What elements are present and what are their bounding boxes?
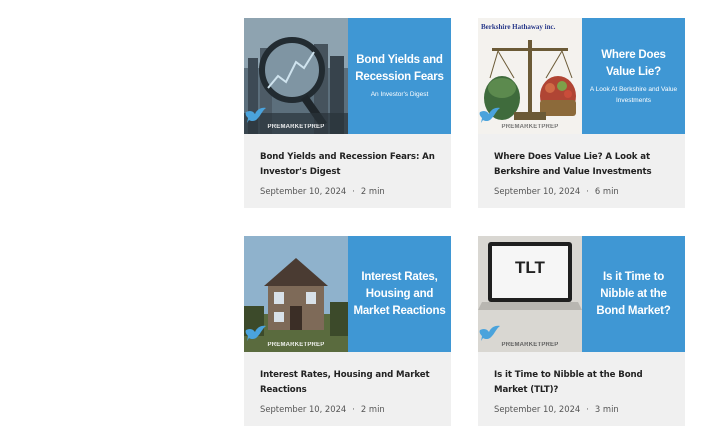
- bird-logo-icon: [479, 107, 500, 123]
- post-title-link[interactable]: Bond Yields and Recession Fears: An Inve…: [260, 150, 440, 180]
- post-meta: September 10, 2024 · 2 min: [260, 404, 440, 415]
- thumbnail-title-panel: Where Does Value Lie? A Look At Berkshir…: [582, 18, 685, 134]
- bird-logo-icon: [479, 325, 500, 341]
- post-date: September 10, 2024: [494, 404, 581, 414]
- meta-separator: ·: [352, 404, 355, 414]
- post-title-link[interactable]: Where Does Value Lie? A Look at Berkshir…: [494, 150, 674, 180]
- brand-logo: PREMARKETPREP: [478, 324, 582, 348]
- post-thumbnail[interactable]: PREMARKETPREP Bond Yields and Recession …: [244, 18, 451, 134]
- magnifying-glass-city-image: PREMARKETPREP: [244, 18, 348, 134]
- post-thumbnail[interactable]: TLT PREMARKETPREP Is it Time to Nibble a…: [478, 236, 685, 352]
- brand-name: PREMARKETPREP: [501, 342, 559, 348]
- thumbnail-subtitle: An Investor's Digest: [370, 91, 429, 98]
- post-card-nibble-bond-market[interactable]: TLT PREMARKETPREP Is it Time to Nibble a…: [478, 236, 685, 426]
- thumbnail-title: Is it Time to Nibble at the Bond Market?: [596, 270, 671, 317]
- brand-logo: PREMARKETPREP: [244, 106, 348, 130]
- house-image: PREMARKETPREP: [244, 236, 348, 352]
- post-meta: September 10, 2024 · 2 min: [260, 186, 440, 197]
- post-date: September 10, 2024: [260, 404, 347, 414]
- post-card-bond-yields[interactable]: PREMARKETPREP Bond Yields and Recession …: [244, 18, 451, 208]
- brand-name: PREMARKETPREP: [267, 342, 325, 348]
- meta-separator: ·: [352, 186, 355, 196]
- brand-name: PREMARKETPREP: [501, 124, 559, 130]
- post-card-interest-rates-housing[interactable]: PREMARKETPREP Interest Rates, Housing an…: [244, 236, 451, 426]
- post-title-link[interactable]: Is it Time to Nibble at the Bond Market …: [494, 368, 674, 398]
- thumbnail-title: Where Does Value Lie?: [601, 48, 666, 78]
- read-time: 6 min: [594, 186, 619, 196]
- post-meta: September 10, 2024 · 3 min: [494, 404, 674, 415]
- balance-scale-image: Berkshire Hathaway inc. PREMARKETPREP: [478, 18, 582, 134]
- post-date: September 10, 2024: [494, 186, 581, 196]
- read-time: 2 min: [360, 186, 385, 196]
- tlt-screen-label: TLT: [515, 258, 545, 277]
- thumbnail-title-panel: Interest Rates, Housing and Market React…: [348, 236, 451, 352]
- thumbnail-subtitle: A Look At Berkshire and Value Investment…: [589, 85, 678, 104]
- bird-logo-icon: [245, 107, 266, 123]
- brand-logo: PREMARKETPREP: [244, 324, 348, 348]
- bird-logo-icon: [245, 325, 266, 341]
- read-time: 2 min: [360, 404, 385, 414]
- meta-separator: ·: [586, 186, 589, 196]
- laptop-tlt-image: TLT PREMARKETPREP: [478, 236, 582, 352]
- post-thumbnail[interactable]: PREMARKETPREP Interest Rates, Housing an…: [244, 236, 451, 352]
- post-thumbnail[interactable]: Berkshire Hathaway inc. PREMARKETPREP Wh…: [478, 18, 685, 134]
- thumbnail-title-panel: Bond Yields and Recession Fears An Inves…: [348, 18, 451, 134]
- post-meta: September 10, 2024 · 6 min: [494, 186, 674, 197]
- post-date: September 10, 2024: [260, 186, 347, 196]
- meta-separator: ·: [586, 404, 589, 414]
- thumbnail-title: Bond Yields and Recession Fears: [355, 54, 444, 83]
- post-card-value-lie[interactable]: Berkshire Hathaway inc. PREMARKETPREP Wh…: [478, 18, 685, 208]
- thumbnail-title: Interest Rates, Housing and Market React…: [353, 270, 446, 317]
- brand-name: PREMARKETPREP: [267, 124, 325, 130]
- brand-logo: PREMARKETPREP: [478, 106, 582, 130]
- post-title-link[interactable]: Interest Rates, Housing and Market React…: [260, 368, 440, 398]
- thumbnail-title-panel: Is it Time to Nibble at the Bond Market?: [582, 236, 685, 352]
- read-time: 3 min: [594, 404, 619, 414]
